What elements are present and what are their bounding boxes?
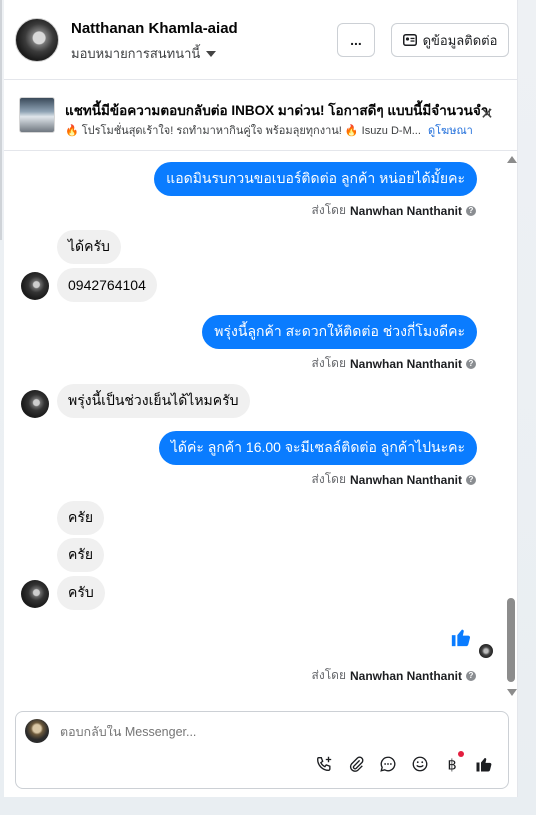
sender-avatar [21,580,49,608]
emoji-icon[interactable] [410,754,430,774]
scroll-up-arrow[interactable] [507,156,517,163]
message-incoming: พรุ่งนี้เป็นช่วงเย็นได้ไหมครับ [57,384,250,418]
info-icon[interactable]: ? [466,358,476,369]
sent-by-prefix: ส่งโดย [311,472,346,486]
sent-by-name: Nanwhan Nanthanit [349,668,462,683]
view-ad-link[interactable]: ดูโฆษณา [428,125,473,137]
message-incoming: ได้ครับ [57,230,121,264]
sent-by-prefix: ส่งโดย [311,668,346,682]
message-outgoing: ได้ค่ะ ลูกค้า 16.00 จะมีเซลล์ติดต่อ ลูกค… [158,431,477,465]
thumbs-up-icon[interactable] [474,754,494,774]
agent-avatar [25,719,49,743]
scrollbar-thumb[interactable] [507,598,515,682]
info-icon[interactable]: ? [466,474,476,485]
chevron-down-icon [206,50,217,57]
sent-by-label: ส่งโดย Nanwhan Nanthanit ? [312,666,476,685]
message-outgoing: แอดมินรบกวนขอเบอร์ติดต่อ ลูกค้า หน่อยได้… [154,162,477,196]
info-icon[interactable]: ? [466,670,476,681]
attach-icon[interactable] [346,754,366,774]
sent-by-prefix: ส่งโดย [311,203,346,217]
notification-dot [458,751,464,757]
more-icon: ... [350,32,362,48]
contact-name[interactable]: Natthanan Khamla-aiad [71,20,238,37]
sent-by-name: Nanwhan Nanthanit [349,356,462,371]
message-incoming: ครัย [57,501,105,535]
svg-text:฿: ฿ [448,757,457,773]
conversation-header: Natthanan Khamla-aiad มอบหมายการสนทนานี้… [4,0,518,80]
message-incoming: 0942764104 [57,268,157,302]
ad-subtitle-text: 🔥 โปรโมชั่นสุดเร้าใจ! รถทำมาหากินคู่ใจ พ… [65,125,421,137]
scroll-down-arrow[interactable] [507,689,517,696]
sent-by-name: Nanwhan Nanthanit [349,472,462,487]
like-icon [451,629,471,647]
contact-info-label: ดูข้อมูลติดต่อ [422,32,498,48]
assign-label: มอบหมายการสนทนานี้ [71,46,201,61]
contact-card-icon [402,34,417,46]
conversation-panel: Natthanan Khamla-aiad มอบหมายการสนทนานี้… [4,0,518,797]
contact-info-button[interactable]: ดูข้อมูลติดต่อ [391,23,509,57]
sender-avatar [21,272,49,300]
composer-toolbar: ฿ [314,751,494,774]
message-incoming: ครับ [57,576,105,610]
window-edge [0,0,2,240]
message-composer: ฿ [15,711,509,789]
sent-by-prefix: ส่งโดย [311,356,346,370]
call-add-icon[interactable] [314,754,334,774]
sender-avatar [21,390,49,418]
sent-by-name: Nanwhan Nanthanit [349,203,462,218]
ad-thumbnail [19,97,55,133]
message-list: แอดมินรบกวนขอเบอร์ติดต่อ ลูกค้า หน่อยได้… [4,152,518,700]
contact-avatar[interactable] [15,18,59,62]
close-icon[interactable]: ✕ [479,107,495,123]
saved-reply-icon[interactable] [378,754,398,774]
sent-by-label: ส่งโดย Nanwhan Nanthanit ? [312,201,476,220]
ad-title: แชทนี้มีข้อความตอบกลับต่อ INBOX มาด่วน! … [65,103,490,118]
sent-by-label: ส่งโดย Nanwhan Nanthanit ? [312,354,476,373]
seen-avatar [479,644,493,658]
baht-icon[interactable]: ฿ [442,751,464,774]
ad-subtitle: 🔥 โปรโมชั่นสุดเร้าใจ! รถทำมาหากินคู่ใจ พ… [65,121,473,139]
more-button[interactable]: ... [337,23,375,57]
reply-input[interactable] [60,725,460,739]
message-incoming: ครัย [57,538,105,572]
message-outgoing: พรุ่งนี้ลูกค้า สะดวกให้ติดต่อ ช่วงกี่โมง… [202,315,477,349]
ad-banner: แชทนี้มีข้อความตอบกลับต่อ INBOX มาด่วน! … [4,81,518,151]
assign-conversation-dropdown[interactable]: มอบหมายการสนทนานี้ [71,43,217,64]
sent-by-label: ส่งโดย Nanwhan Nanthanit ? [312,470,476,489]
info-icon[interactable]: ? [466,205,476,216]
